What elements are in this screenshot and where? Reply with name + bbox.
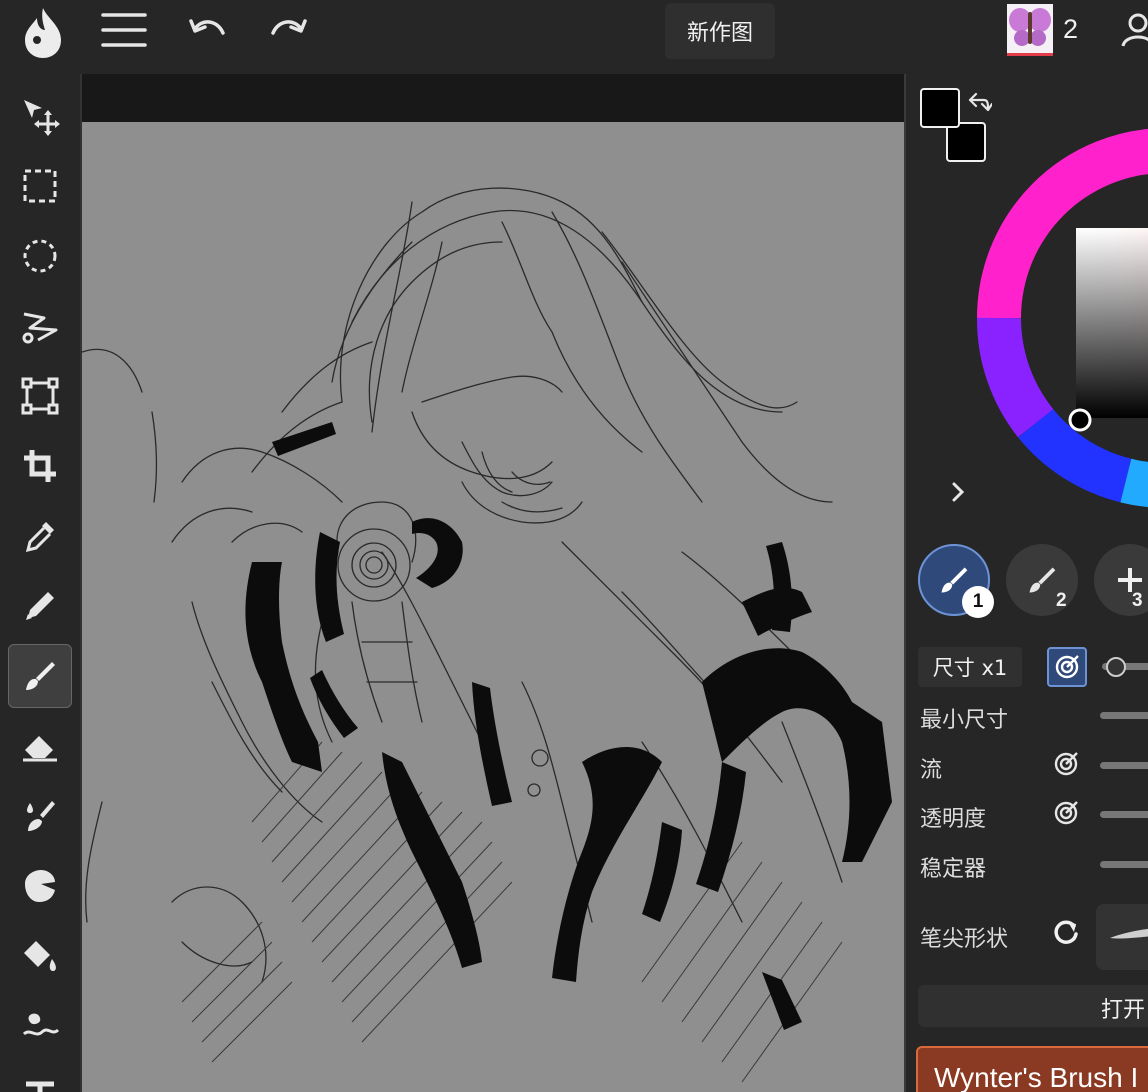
top-bar: 新作图 2: [0, 0, 1148, 74]
drawing-canvas[interactable]: [82, 122, 904, 1092]
brush-preset-card[interactable]: Wynter's Brush I: [916, 1046, 1148, 1092]
opacity-label: 透明度: [920, 807, 987, 832]
brush-slot-1[interactable]: 1: [918, 544, 994, 618]
pressure-icon: [1055, 655, 1079, 679]
blur-icon: [25, 870, 55, 902]
size-slider-thumb[interactable]: [1106, 657, 1126, 677]
text-tool[interactable]: [8, 1064, 72, 1092]
brush-slot-number: 3: [1132, 590, 1143, 611]
transform-icon: [21, 377, 59, 415]
swap-colors-icon[interactable]: [966, 90, 994, 121]
open-brush-label: 打开: [1101, 998, 1146, 1023]
crop-icon: [24, 450, 56, 482]
fill-icon: [24, 941, 56, 971]
flow-slider[interactable]: [1100, 762, 1148, 769]
opacity-pressure-toggle[interactable]: [1052, 799, 1080, 827]
eraser-tool[interactable]: [8, 714, 72, 778]
pencil-icon: [26, 592, 54, 620]
user-count: 2: [1063, 14, 1079, 44]
open-brush-button[interactable]: 打开: [918, 985, 1148, 1027]
tool-sidebar: [0, 74, 80, 1092]
lasso-icon: [22, 312, 58, 344]
lasso-tool[interactable]: [8, 294, 72, 358]
flow-label: 流: [920, 758, 943, 783]
brush-preset-name: Wynter's Brush I: [934, 1062, 1139, 1092]
document-title[interactable]: 新作图: [665, 3, 775, 59]
redo-icon[interactable]: [266, 10, 312, 50]
min-size-label: 最小尺寸: [920, 708, 1009, 733]
flow-pressure-toggle[interactable]: [1052, 750, 1080, 778]
stabilizer-label: 稳定器: [920, 857, 987, 882]
ellipse-select-tool[interactable]: [8, 224, 72, 288]
eraser-icon: [23, 736, 57, 762]
brush-icon: [26, 662, 55, 690]
sketch-artwork: [82, 187, 892, 1083]
tip-shape-label: 笔尖形状: [920, 927, 1009, 952]
crop-tool[interactable]: [8, 434, 72, 498]
app-logo-icon[interactable]: [18, 2, 68, 62]
smudge-icon: [27, 801, 55, 831]
liquify-tool[interactable]: [8, 994, 72, 1058]
size-pressure-toggle[interactable]: [1047, 647, 1087, 687]
text-icon: [26, 1081, 54, 1092]
avatar[interactable]: [1007, 4, 1053, 56]
brush-panel: 1 2 3 尺寸 x1 最小尺寸 流 透明度 稳定器 笔尖形状 打开 Wynte…: [904, 74, 1148, 1092]
undo-icon[interactable]: [184, 10, 230, 50]
user-icon[interactable]: [1118, 10, 1148, 50]
blur-tool[interactable]: [8, 854, 72, 918]
pencil-tool[interactable]: [8, 574, 72, 638]
brush-icon: [1029, 567, 1056, 593]
min-size-slider[interactable]: [1100, 712, 1148, 719]
pressure-icon: [1054, 801, 1078, 825]
menu-icon[interactable]: [98, 8, 150, 52]
stabilizer-slider[interactable]: [1100, 861, 1148, 868]
brush-tool[interactable]: [8, 644, 72, 708]
move-icon: [24, 100, 60, 136]
add-brush-slot-button[interactable]: 3: [1094, 544, 1148, 616]
secondary-color-swatch[interactable]: [946, 122, 986, 162]
rect-select-icon: [23, 169, 57, 203]
chevron-right-icon[interactable]: [948, 480, 968, 509]
smudge-tool[interactable]: [8, 784, 72, 848]
fill-tool[interactable]: [8, 924, 72, 988]
brush-slot-2[interactable]: 2: [1006, 544, 1078, 616]
eyedropper-icon: [25, 522, 54, 553]
pressure-icon: [1054, 752, 1078, 776]
ellipse-select-icon: [23, 239, 57, 273]
rect-select-tool[interactable]: [8, 154, 72, 218]
transform-tool[interactable]: [8, 364, 72, 428]
brush-slot-number: 1: [962, 586, 994, 618]
tip-shape-preview[interactable]: [1096, 904, 1148, 970]
canvas-top-margin: [82, 74, 904, 122]
color-wheel[interactable]: [976, 128, 1148, 508]
liquify-icon: [22, 1013, 60, 1036]
brush-slot-number: 2: [1056, 590, 1067, 611]
opacity-slider[interactable]: [1100, 811, 1148, 818]
reset-icon[interactable]: [1052, 918, 1080, 951]
move-tool[interactable]: [8, 84, 72, 148]
primary-color-swatch[interactable]: [920, 88, 960, 128]
canvas-area: [80, 74, 904, 1092]
eyedropper-tool[interactable]: [8, 504, 72, 568]
size-multiplier-button[interactable]: 尺寸 x1: [918, 647, 1022, 687]
